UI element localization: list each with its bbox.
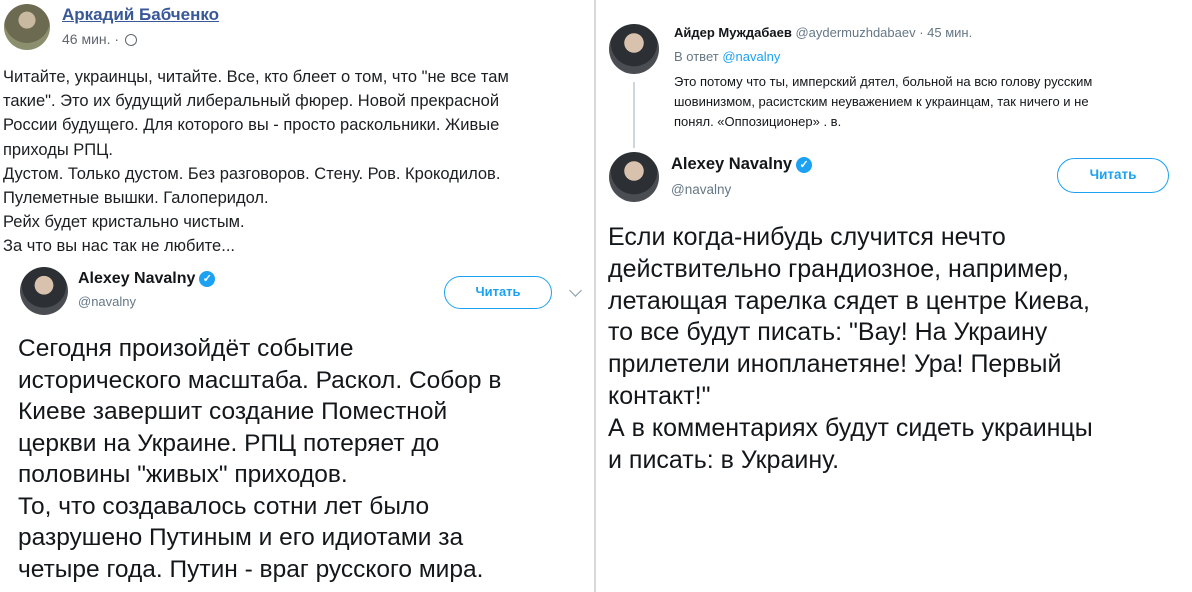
tweet-author-name-text[interactable]: Alexey Navalny (671, 155, 792, 173)
tweet-line: Киеве завершит создание Поместной (18, 398, 448, 425)
post-author-name[interactable]: Аркадий Бабченко (62, 5, 219, 25)
panel-divider (594, 0, 596, 592)
verified-badge-icon: ✓ (199, 271, 216, 287)
right-screenshot: Айдер Муждабаев @aydermuzhdabaev · 45 ми… (597, 0, 1192, 592)
tweet-author-name[interactable]: Alexey Navalny ✓ (671, 155, 813, 174)
tweet-line: церкви на Украине. РПЦ потеряет до (18, 429, 440, 457)
reply-line: шовинизмом, расистским неуважением к укр… (674, 94, 1089, 109)
reply-author-name[interactable]: Айдер Муждабаев (674, 25, 792, 40)
tweet-body: Если когда-нибудь случится нечто действи… (608, 222, 1093, 476)
reply-prefix: В ответ (674, 49, 719, 64)
tweet-body: Сегодня произойдёт событие исторического… (18, 333, 501, 585)
tweet-line: половины "живых" приходов. (18, 461, 348, 488)
post-line: Дустом. Только дустом. Без разговоров. С… (3, 164, 501, 183)
tweet-author-name-text[interactable]: Alexey Navalny (78, 270, 195, 287)
tweet-line: То, что создавалось сотни лет было (18, 492, 430, 520)
tweet-line: разрушено Путиным и его идиотами за (18, 524, 464, 551)
post-body: Читайте, украинцы, читайте. Все, кто бле… (3, 65, 593, 259)
reply-to-line: В ответ @navalny (674, 49, 780, 64)
post-line: Рейх будет кристально чистым. (3, 213, 245, 232)
reply-author-avatar[interactable] (609, 24, 659, 74)
tweet-line: Если когда-нибудь случится нечто (608, 223, 1006, 251)
tweet-line: исторического масштаба. Раскол. Собор в (18, 366, 502, 394)
reply-line: Это потому что ты, имперский дятел, боль… (674, 74, 1093, 89)
post-line: России будущего. Для которого вы - прост… (3, 116, 500, 135)
post-line: приходы РПЦ. (3, 140, 113, 159)
post-line: Пулеметные вышки. Галоперидол. (3, 189, 269, 208)
tweet-author-avatar[interactable] (609, 152, 659, 202)
tweet-author-name[interactable]: Alexey Navalny ✓ (78, 270, 216, 288)
left-screenshot: Аркадий Бабченко 46 мин. · Читайте, укра… (0, 0, 594, 592)
tweet-line: Сегодня произойдёт событие (18, 335, 354, 362)
tweet-author-handle[interactable]: @navalny (78, 294, 136, 309)
timestamp-text[interactable]: 46 мин. · (62, 31, 119, 47)
tweet-line: и писать: в Украину. (608, 445, 840, 474)
tweet-line: то все будут писать: "Вау! На Украину (608, 318, 1048, 347)
post-line: Читайте, украинцы, читайте. Все, кто бле… (3, 68, 509, 86)
tweet-line: контакт!" (608, 381, 711, 410)
globe-icon (124, 34, 137, 46)
tweet-author-avatar[interactable] (20, 267, 68, 315)
reply-body: Это потому что ты, имперский дятел, боль… (674, 72, 1092, 132)
tweet-line: четыре года. Путин - враг русского мира. (18, 555, 484, 583)
follow-button[interactable]: Читать (1057, 158, 1169, 193)
reply-author-handle[interactable]: @aydermuzhdabaev · 45 мин. (795, 25, 972, 40)
tweet-author-handle[interactable]: @navalny (671, 182, 731, 197)
post-line: такие". Это их будущий либеральный фюрер… (3, 92, 500, 111)
thread-connector (633, 82, 635, 148)
post-timestamp[interactable]: 46 мин. · (62, 31, 137, 47)
reply-line: понял. «Оппозиционер» . в. (674, 114, 842, 129)
reply-to-link[interactable]: @navalny (722, 49, 780, 64)
reply-author[interactable]: Айдер Муждабаев @aydermuzhdabaev · 45 ми… (674, 25, 972, 40)
tweet-line: действительно грандиозное, например, (608, 254, 1070, 283)
verified-badge-icon: ✓ (796, 157, 813, 173)
tweet-line: летающая тарелка сядет в центре Киева, (608, 286, 1090, 315)
author-avatar[interactable] (4, 4, 50, 50)
tweet-line: прилетели инопланетяне! Ура! Первый (608, 350, 1062, 379)
chevron-down-icon[interactable] (569, 284, 582, 297)
follow-button[interactable]: Читать (444, 276, 552, 309)
tweet-line: А в комментариях будут сидеть украинцы (608, 413, 1093, 442)
post-line: За что вы нас так не любите... (3, 237, 235, 256)
